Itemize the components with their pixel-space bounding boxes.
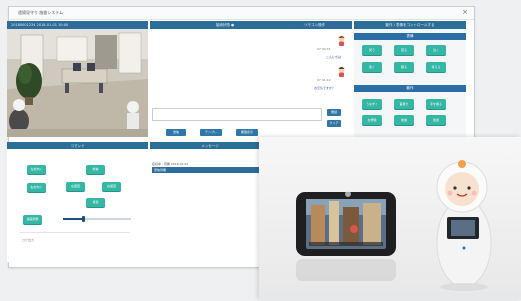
chat-input[interactable] [152, 108, 322, 121]
camera-view [7, 29, 148, 137]
action-tile[interactable]: うなずく [362, 99, 382, 109]
expression-tile[interactable]: 考える [426, 62, 446, 72]
clear-button[interactable]: クリア [327, 120, 341, 127]
speak-button[interactable]: 発話 [327, 109, 341, 116]
receive-bar [152, 167, 268, 173]
chat-header: 接続状態 ● [150, 21, 300, 29]
action-tile[interactable]: お辞儀 [362, 115, 382, 125]
send-button[interactable]: 送信 [166, 129, 186, 136]
message-text: お元気ですか？ [314, 86, 336, 90]
robot-avatar-icon [338, 35, 345, 46]
connection-status: 接続中 : 待機 2018-01-01 [152, 162, 189, 166]
receive-label: 受信待機 [154, 168, 167, 172]
history-button[interactable]: 履歴表示 [236, 129, 258, 136]
action-section-header: 動作 [354, 85, 466, 92]
expression-section-header: 表情 [354, 33, 466, 40]
message-time: 07:31:10 [317, 78, 331, 82]
speed-slider-handle[interactable] [82, 216, 85, 222]
chat-header-right: リモコン操作 [300, 21, 352, 29]
expression-tile[interactable]: 驚く [362, 62, 382, 72]
rotate-right-button[interactable]: 右旋回 [102, 182, 121, 191]
divider [20, 232, 130, 233]
speed-slider-fill [63, 218, 83, 220]
robot-and-tablet-image [259, 137, 521, 300]
backward-button[interactable]: 後退 [86, 198, 105, 207]
chat-panel: 07:30:35 こんにちは 07:31:10 お元気ですか？ 送信 テンプレ … [150, 29, 352, 137]
turn-left-head-button[interactable]: 左を向く [27, 165, 46, 174]
action-tile[interactable]: 手を振る [426, 99, 446, 109]
control-panel: 表情 笑う 怒る 泣く 驚く 眠る 考える 動作 うなずく 首振り 手を振る お… [354, 29, 466, 137]
action-tile[interactable]: 前進 [394, 115, 414, 125]
message-panel: 接続中 : 待機 2018-01-01 受信待機 [150, 149, 270, 262]
action-tile[interactable]: 首振り [394, 99, 414, 109]
template-button[interactable]: テンプレ [200, 129, 222, 136]
turn-right-head-button[interactable]: 右を向く [27, 183, 46, 192]
speed-button[interactable]: 速度調整 [23, 215, 42, 224]
message-time: 07:30:35 [317, 47, 331, 51]
expression-tile[interactable]: 怒る [394, 45, 414, 55]
forward-button[interactable]: 前進 [86, 165, 105, 174]
rotate-left-button[interactable]: 左旋回 [66, 182, 85, 191]
expression-tile[interactable]: 眠る [394, 62, 414, 72]
room-camera-image [7, 29, 148, 137]
message-text: こんにちは [326, 55, 342, 59]
camera-header: 20180001234 2018-01-01 10:00 [7, 21, 148, 29]
user-avatar-icon [338, 66, 345, 77]
log-label: ログ出力 [22, 238, 35, 242]
close-icon[interactable]: × [462, 9, 468, 16]
action-tile[interactable]: 後退 [426, 115, 446, 125]
title-bar: 遠隔見守り 施錠システム × [9, 7, 474, 20]
control-header: 動作 / 表情をコントロールする [354, 21, 466, 29]
window-title: 遠隔見守り 施錠システム [18, 10, 64, 15]
product-photo [259, 137, 521, 300]
expression-tile[interactable]: 泣く [426, 45, 446, 55]
expression-tile[interactable]: 笑う [362, 45, 382, 55]
